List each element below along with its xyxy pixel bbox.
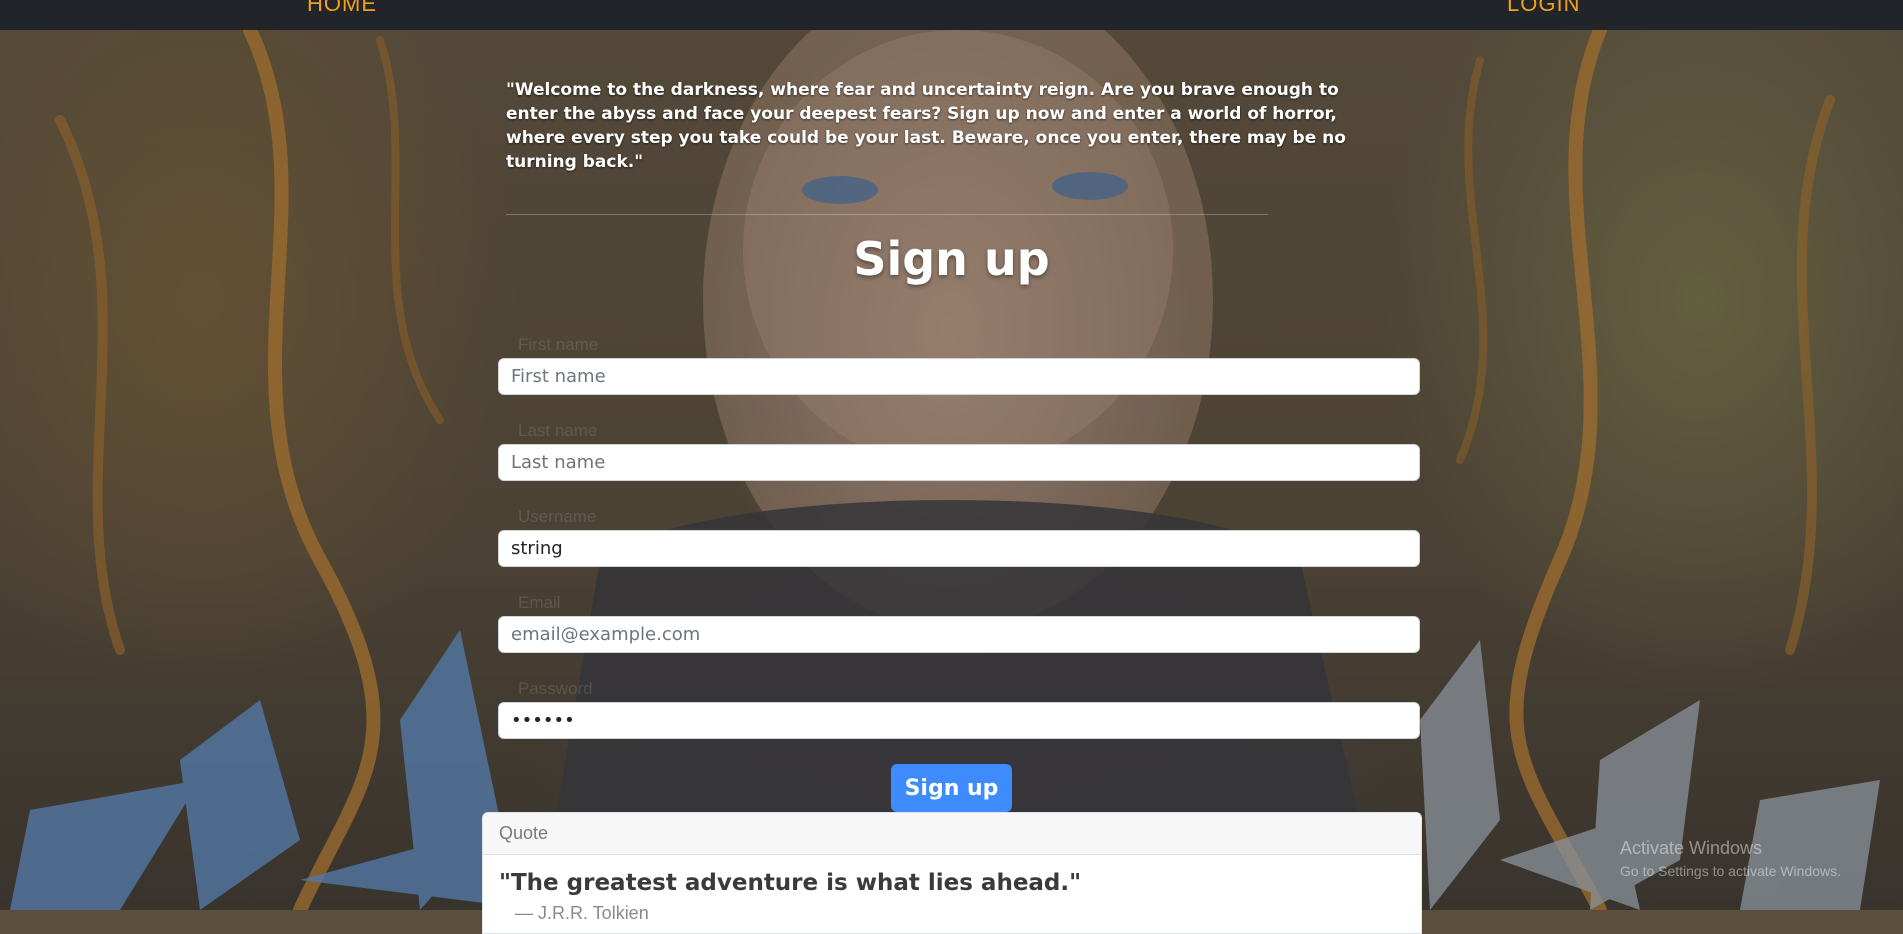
last-name-field[interactable]	[498, 444, 1420, 481]
email-label: Email	[518, 593, 561, 612]
page-title: Sign up	[853, 232, 1050, 286]
username-field[interactable]	[498, 530, 1420, 567]
quote-card: Quote "The greatest adventure is what li…	[482, 812, 1422, 934]
quote-author: — J.R.R. Tolkien	[515, 903, 649, 923]
email-field[interactable]	[498, 616, 1420, 653]
quote-text: "The greatest adventure is what lies ahe…	[499, 870, 1082, 896]
last-name-label: Last name	[518, 421, 598, 440]
quote-card-header: Quote	[483, 813, 1421, 855]
password-field[interactable]	[498, 702, 1420, 739]
nav-home-link[interactable]: HOME	[307, 0, 377, 17]
first-name-field[interactable]	[498, 358, 1420, 395]
navbar: HOME LOGIN	[0, 0, 1903, 30]
activation-watermark: Activate Windows Go to Settings to activ…	[1620, 838, 1841, 879]
divider	[506, 214, 1268, 215]
password-label: Password	[518, 679, 593, 698]
first-name-label: First name	[518, 335, 599, 354]
username-label: Username	[518, 507, 597, 526]
watermark-subtitle: Go to Settings to activate Windows.	[1620, 863, 1841, 879]
nav-login-link[interactable]: LOGIN	[1507, 0, 1580, 17]
watermark-title: Activate Windows	[1620, 838, 1763, 858]
intro-text: "Welcome to the darkness, where fear and…	[506, 80, 1346, 172]
sign-up-button[interactable]: Sign up	[891, 764, 1012, 812]
